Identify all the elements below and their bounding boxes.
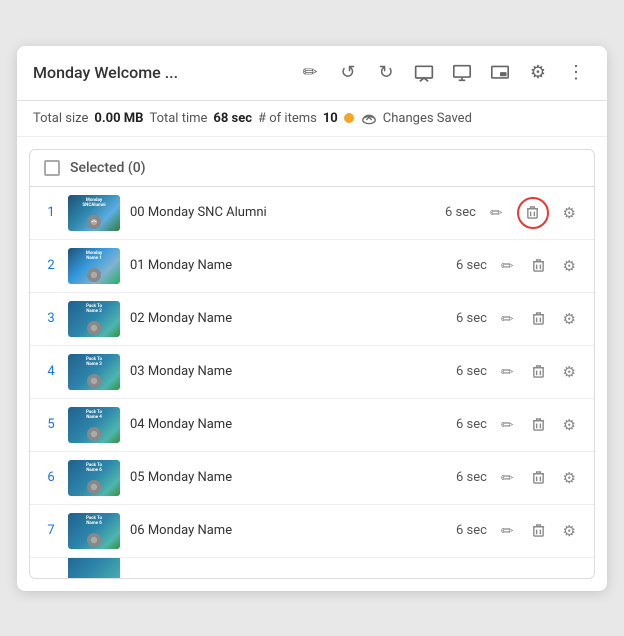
edit-icon[interactable]: ✏ [295, 58, 325, 88]
item-time: 6 sec [456, 258, 487, 273]
item-time: 6 sec [456, 364, 487, 379]
settings-icon[interactable]: ⚙ [523, 58, 553, 88]
item-name: 04 Monday Name [130, 417, 446, 432]
selected-label: Selected (0) [70, 160, 146, 176]
changes-saved-text: Changes Saved [383, 111, 472, 126]
item-thumbnail: MondaySNCAlumni [68, 195, 120, 231]
edit-item-icon[interactable]: ✏ [497, 308, 518, 330]
edit-item-icon[interactable]: ✏ [497, 520, 518, 542]
total-size-label: Total size [33, 111, 88, 126]
changes-saved: Changes Saved [360, 111, 472, 126]
items-value: 10 [323, 111, 338, 126]
total-time-value: 68 sec [213, 111, 252, 126]
item-number: 1 [44, 205, 58, 220]
list-item: 3 Pack ToName 2 02 Monday Name 6 sec ✏ ⚙ [30, 293, 594, 346]
list-item: 5 Pack ToName 4 04 Monday Name 6 sec ✏ ⚙ [30, 399, 594, 452]
redo-icon[interactable]: ↻ [371, 58, 401, 88]
settings-item-icon[interactable]: ⚙ [559, 202, 580, 224]
item-name: 05 Monday Name [130, 470, 446, 485]
pip-icon[interactable] [485, 58, 515, 88]
settings-item-icon[interactable]: ⚙ [559, 255, 580, 277]
delete-item-button[interactable] [528, 415, 549, 434]
item-number: 4 [44, 364, 58, 379]
item-number: 2 [44, 258, 58, 273]
list-item: 6 Pack ToName 6 05 Monday Name 6 sec ✏ ⚙ [30, 452, 594, 505]
total-size-value: 0.00 MB [94, 111, 143, 126]
delete-item-button[interactable] [528, 362, 549, 381]
delete-item-button[interactable] [528, 309, 549, 328]
item-name: 03 Monday Name [130, 364, 446, 379]
item-name: 06 Monday Name [130, 523, 446, 538]
item-thumbnail: MondayName 1 [68, 248, 120, 284]
monitor-icon[interactable] [447, 58, 477, 88]
item-thumbnail: Pack ToName 3 [68, 354, 120, 390]
list-item: 7 Pack ToName 6 06 Monday Name 6 sec ✏ ⚙ [30, 505, 594, 558]
item-thumbnail: Pack ToName 4 [68, 407, 120, 443]
edit-item-icon[interactable]: ✏ [497, 467, 518, 489]
cast-icon[interactable] [409, 58, 439, 88]
edit-item-icon[interactable]: ✏ [497, 414, 518, 436]
settings-item-icon[interactable]: ⚙ [559, 520, 580, 542]
item-thumbnail [68, 558, 120, 578]
settings-item-icon[interactable]: ⚙ [559, 361, 580, 383]
item-time: 6 sec [456, 523, 487, 538]
item-time: 6 sec [456, 311, 487, 326]
page-title: Monday Welcome ... [33, 63, 287, 82]
toolbar: Monday Welcome ... ✏ ↺ ↻ ⚙ ⋮ [17, 46, 607, 101]
list-header: Selected (0) [30, 150, 594, 187]
items-label: # of items [258, 111, 317, 126]
status-bar: Total size 0.00 MB Total time 68 sec # o… [17, 101, 607, 137]
item-number: 6 [44, 470, 58, 485]
delete-item-button[interactable] [528, 468, 549, 487]
item-thumbnail: Pack ToName 6 [68, 460, 120, 496]
item-number: 3 [44, 311, 58, 326]
more-icon[interactable]: ⋮ [561, 58, 591, 88]
settings-item-icon[interactable]: ⚙ [559, 467, 580, 489]
select-all-checkbox[interactable] [44, 160, 60, 176]
total-time-label: Total time [149, 111, 207, 126]
item-name: 00 Monday SNC Alumni [130, 205, 435, 220]
app-window: Monday Welcome ... ✏ ↺ ↻ ⚙ ⋮ To [17, 46, 607, 591]
edit-item-icon[interactable]: ✏ [497, 255, 518, 277]
settings-item-icon[interactable]: ⚙ [559, 414, 580, 436]
item-list-container: Selected (0) 1 MondaySNCAlumni 00 Monday… [29, 149, 595, 579]
item-name: 02 Monday Name [130, 311, 446, 326]
delete-item-button[interactable] [528, 521, 549, 540]
undo-icon[interactable]: ↺ [333, 58, 363, 88]
item-time: 6 sec [456, 417, 487, 432]
edit-item-icon[interactable]: ✏ [486, 202, 507, 224]
delete-item-button[interactable] [517, 197, 549, 229]
status-dot [344, 113, 354, 123]
item-number: 7 [44, 523, 58, 538]
list-item: 2 MondayName 1 01 Monday Name 6 sec ✏ ⚙ [30, 240, 594, 293]
item-time: 6 sec [456, 470, 487, 485]
item-thumbnail: Pack ToName 6 [68, 513, 120, 549]
list-item [30, 558, 594, 578]
item-number: 5 [44, 417, 58, 432]
edit-item-icon[interactable]: ✏ [497, 361, 518, 383]
list-item: 1 MondaySNCAlumni 00 Monday SNC Alumni 6… [30, 187, 594, 240]
settings-item-icon[interactable]: ⚙ [559, 308, 580, 330]
delete-item-button[interactable] [528, 256, 549, 275]
item-thumbnail: Pack ToName 2 [68, 301, 120, 337]
item-time: 6 sec [445, 205, 476, 220]
list-item: 4 Pack ToName 3 03 Monday Name 6 sec ✏ ⚙ [30, 346, 594, 399]
item-name: 01 Monday Name [130, 258, 446, 273]
